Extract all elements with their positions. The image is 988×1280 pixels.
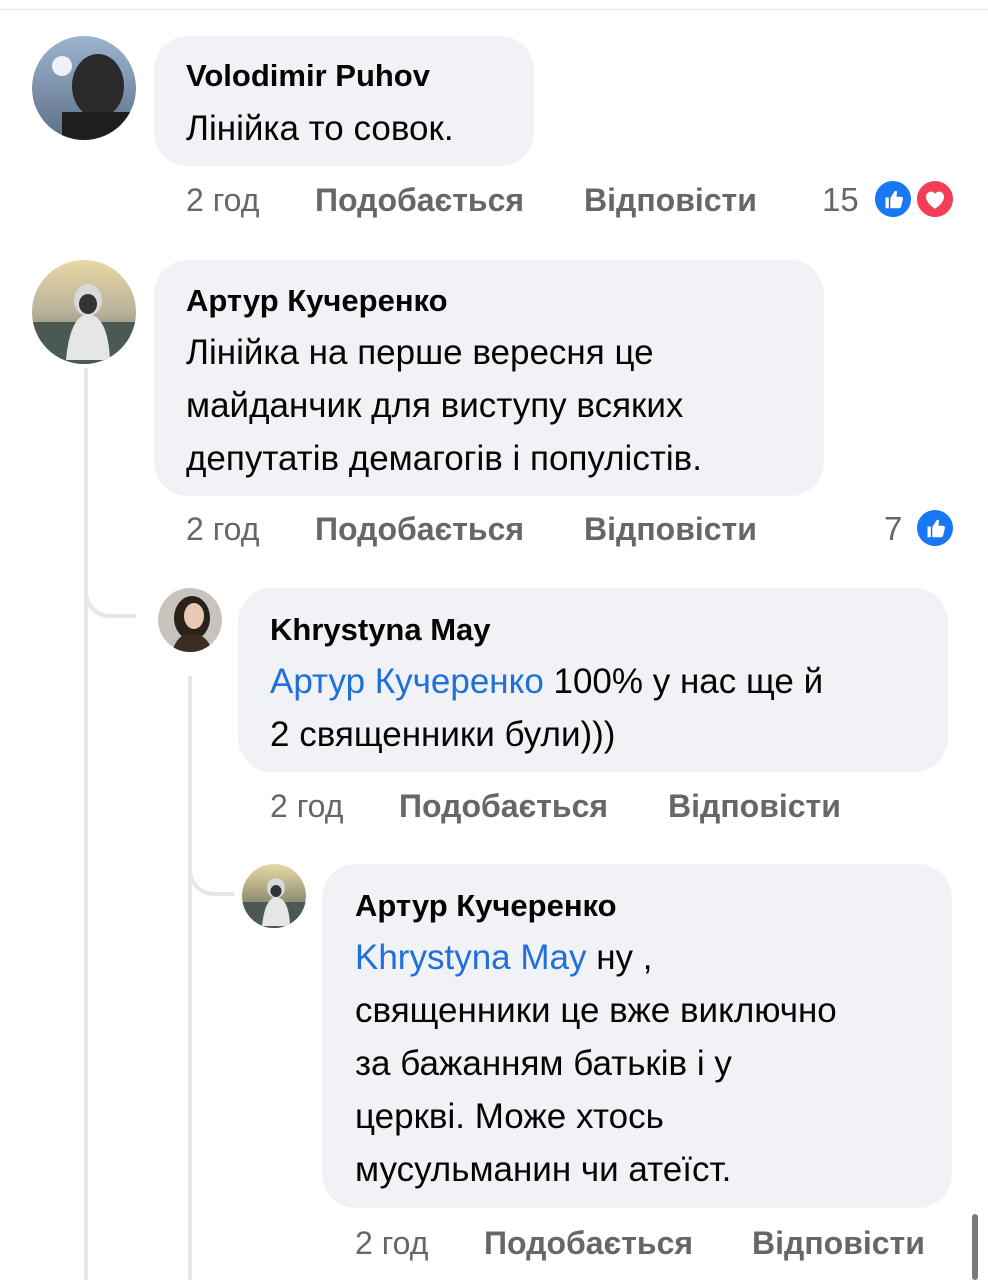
thread-curve-reply-2 [188,846,234,896]
thread-line-reply [188,676,192,1280]
comment-text: Лінійка то совок. [186,102,454,155]
reply-button[interactable]: Відповісти [668,788,841,825]
comment-time[interactable]: 2 год [186,511,259,548]
comment-text-line: церкві. Може хтось [355,1097,664,1136]
comment-time[interactable]: 2 год [270,788,343,825]
like-icon[interactable] [872,178,914,220]
like-button[interactable]: Подобається [484,1225,693,1262]
comment-time[interactable]: 2 год [186,182,259,219]
comment-author[interactable]: Khrystyna May [270,612,491,648]
comment-text-line: ну , [586,938,653,977]
comment-text-line: Лінійка на перше вересня це [186,333,654,372]
comment-author[interactable]: Артур Кучеренко [186,283,448,319]
reply-button[interactable]: Відповісти [584,511,757,548]
mention-link[interactable]: Khrystyna May [355,938,586,977]
comment-text-line: 100% у нас ще й [543,662,824,701]
avatar[interactable] [242,864,306,928]
comment-text: Артур Кучеренко 100% у нас ще й 2 священ… [270,655,823,761]
like-button[interactable]: Подобається [315,511,524,548]
comment-author[interactable]: Volodimir Puhov [186,58,430,94]
avatar[interactable] [32,36,136,140]
like-button[interactable]: Подобається [315,182,524,219]
thread-curve-reply-1 [84,568,136,618]
reply-button[interactable]: Відповісти [584,182,757,219]
like-button[interactable]: Подобається [399,788,608,825]
comment-time[interactable]: 2 год [355,1225,428,1262]
mention-link[interactable]: Артур Кучеренко [270,662,544,701]
comment-text: Khrystyna May ну , священники це вже вик… [355,931,837,1196]
comment-author[interactable]: Артур Кучеренко [355,888,617,924]
comment-text-line: священники це вже виключно [355,991,837,1030]
comment-text-line: майданчик для виступу всяких [186,386,684,425]
avatar[interactable] [158,588,222,652]
reaction-count[interactable]: 15 [822,181,859,219]
reaction-count[interactable]: 7 [884,510,902,548]
comment-text-line: депутатів демагогів і популістів. [186,439,702,478]
thread-line-main [84,368,88,1280]
reply-button[interactable]: Відповісти [752,1225,925,1262]
comment-text-line: 2 священники були))) [270,715,616,754]
comment-text-line: мусульманин чи атеїст. [355,1150,732,1189]
top-divider [0,9,988,10]
comment-text-line: за бажанням батьків і у [355,1044,732,1083]
scrollbar[interactable] [972,1214,978,1280]
comment-text: Лінійка на перше вересня це майданчик дл… [186,326,702,485]
comment-text-line: Лінійка то совок. [186,109,454,148]
love-icon[interactable] [914,178,956,220]
avatar[interactable] [32,260,136,364]
like-icon[interactable] [914,507,956,549]
